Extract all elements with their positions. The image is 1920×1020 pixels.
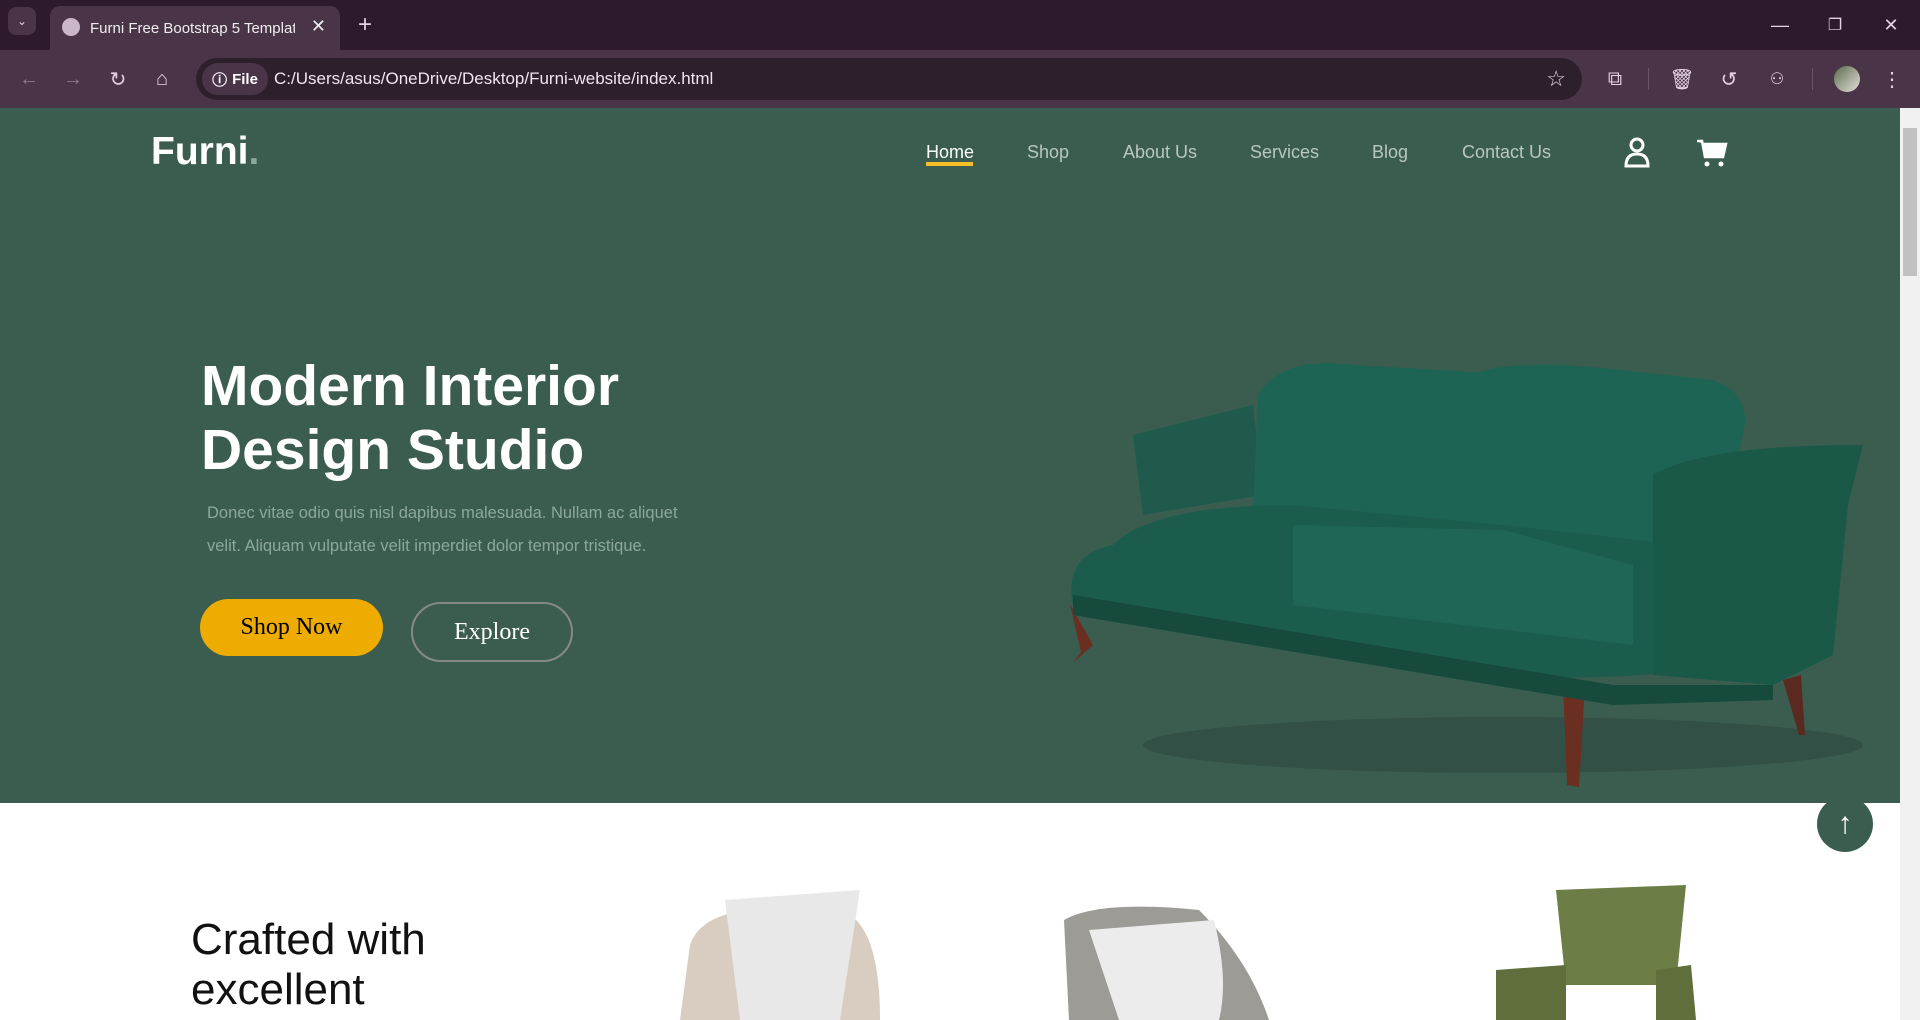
divider xyxy=(1812,68,1813,90)
close-tab-icon[interactable]: ✕ xyxy=(311,16,326,37)
scrollbar-thumb[interactable] xyxy=(1903,128,1917,276)
nav-home[interactable]: Home xyxy=(926,142,974,163)
address-bar[interactable]: ⓘ File C:/Users/asus/OneDrive/Desktop/Fur… xyxy=(196,58,1582,100)
reload-icon[interactable]: ↻ xyxy=(103,64,133,94)
shop-now-button[interactable]: Shop Now xyxy=(200,599,383,656)
back-icon[interactable]: ← xyxy=(14,64,44,94)
section-heading: Crafted with excellent xyxy=(191,915,426,1015)
hero-title: Modern Interior Design Studio xyxy=(201,354,619,482)
nav-shop[interactable]: Shop xyxy=(1027,142,1069,163)
section-heading-line1: Crafted with xyxy=(191,915,426,964)
product-chair-grey xyxy=(1064,906,1269,1020)
explore-button[interactable]: Explore xyxy=(411,602,573,662)
profile-avatar[interactable] xyxy=(1834,66,1860,92)
hero-desc-line1: Donec vitae odio quis nisl dapibus males… xyxy=(207,504,678,522)
home-icon[interactable]: ⌂ xyxy=(147,64,177,94)
product-chair-green xyxy=(1496,885,1696,1020)
tab-search-button[interactable]: ⌄ xyxy=(8,7,36,35)
cart-icon[interactable] xyxy=(1696,138,1728,168)
trash-icon[interactable]: 🗑 xyxy=(1667,64,1697,94)
file-label: File xyxy=(232,70,258,88)
hero-desc-line2: velit. Aliquam vulputate velit imperdiet… xyxy=(207,537,647,555)
url-text[interactable]: C:/Users/asus/OneDrive/Desktop/Furni-web… xyxy=(274,69,713,89)
globe-icon xyxy=(62,18,80,36)
nav-services[interactable]: Services xyxy=(1250,142,1319,163)
active-nav-underline xyxy=(926,162,973,166)
nav-blog[interactable]: Blog xyxy=(1372,142,1408,163)
back-to-top-button[interactable]: ↑ xyxy=(1817,796,1873,852)
bookmark-star-icon[interactable]: ☆ xyxy=(1546,66,1566,92)
user-icon[interactable] xyxy=(1622,136,1652,168)
history-icon[interactable]: ↺ xyxy=(1714,64,1744,94)
incognito-icon[interactable]: ⚇ xyxy=(1762,64,1792,94)
logo-text: Furni xyxy=(151,130,249,173)
info-icon: ⓘ xyxy=(212,71,228,89)
restore-icon[interactable]: ❐ xyxy=(1820,10,1850,40)
sofa-image xyxy=(1070,363,1863,787)
section-heading-line2: excellent xyxy=(191,965,365,1014)
close-window-icon[interactable]: ✕ xyxy=(1876,10,1906,40)
browser-tab[interactable]: Furni Free Bootstrap 5 Template ✕ xyxy=(50,6,340,50)
product-chair-beige xyxy=(680,890,880,1020)
nav-contact-us[interactable]: Contact Us xyxy=(1462,142,1551,163)
site-info-button[interactable]: ⓘ File xyxy=(202,63,268,95)
tab-title: Furni Free Bootstrap 5 Template xyxy=(90,19,295,37)
hero-title-line2: Design Studio xyxy=(201,418,585,482)
hero-description: Donec vitae odio quis nisl dapibus males… xyxy=(207,497,678,563)
menu-kebab-icon[interactable]: ⋮ xyxy=(1880,64,1904,94)
minimize-icon[interactable]: — xyxy=(1765,10,1795,40)
arrow-up-icon: ↑ xyxy=(1837,807,1853,840)
nav-about-us[interactable]: About Us xyxy=(1123,142,1197,163)
hero-title-line1: Modern Interior xyxy=(201,354,620,418)
extensions-icon[interactable]: ⧉ xyxy=(1600,64,1630,94)
logo-dot: . xyxy=(248,130,260,173)
forward-icon[interactable]: → xyxy=(58,64,88,94)
site-logo[interactable]: Furni. xyxy=(151,130,259,174)
divider xyxy=(1648,68,1649,90)
new-tab-icon[interactable]: + xyxy=(352,11,378,38)
